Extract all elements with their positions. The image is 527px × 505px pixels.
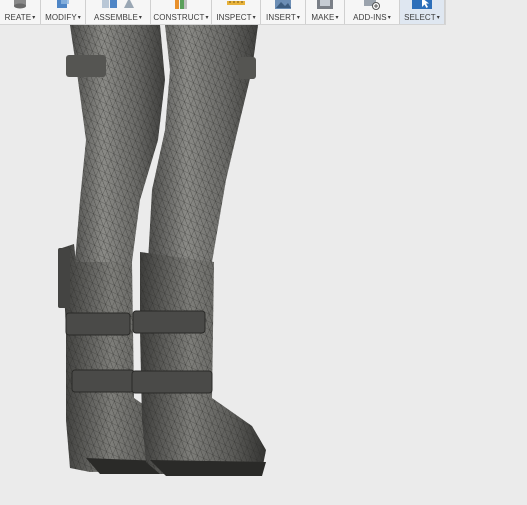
toolbar-construct-label: CONSTRUCT bbox=[153, 13, 205, 22]
toolbar-insert-label: INSERT bbox=[266, 13, 296, 22]
insert-icon bbox=[274, 0, 292, 10]
create-icon bbox=[13, 0, 27, 10]
construct-icon bbox=[173, 0, 189, 10]
toolbar-select-label: SELECT bbox=[404, 13, 436, 22]
toolbar-create-label: REATE bbox=[4, 13, 32, 22]
toolbar-select[interactable]: SELECT▾ bbox=[400, 0, 445, 24]
make-icon bbox=[316, 0, 334, 10]
toolbar-modify-label: MODIFY bbox=[45, 13, 77, 22]
canvas-viewport[interactable] bbox=[0, 25, 527, 500]
toolbar-create[interactable]: REATE▾ bbox=[0, 0, 41, 24]
select-icon bbox=[411, 0, 433, 10]
assemble-icon bbox=[101, 0, 136, 10]
right-thigh-strap bbox=[238, 57, 256, 79]
toolbar-insert[interactable]: INSERT▾ bbox=[261, 0, 306, 24]
design-toolbar: REATE▾ MODIFY▾ ASSEMBLE▾ CONSTRUCT▾ INSP… bbox=[0, 0, 446, 25]
toolbar-inspect[interactable]: INSPECT▾ bbox=[212, 0, 261, 24]
left-thigh-strap bbox=[66, 55, 106, 77]
toolbar-add-ins[interactable]: ADD-INS▾ bbox=[345, 0, 400, 24]
mesh-model[interactable] bbox=[0, 25, 527, 500]
toolbar-make[interactable]: MAKE▾ bbox=[306, 0, 345, 24]
toolbar-construct[interactable]: CONSTRUCT▾ bbox=[151, 0, 212, 24]
toolbar-assemble[interactable]: ASSEMBLE▾ bbox=[86, 0, 151, 24]
toolbar-add-ins-label: ADD-INS bbox=[353, 13, 387, 22]
right-boot bbox=[131, 252, 266, 476]
add-ins-icon bbox=[363, 0, 381, 10]
toolbar-modify[interactable]: MODIFY▾ bbox=[41, 0, 86, 24]
inspect-icon bbox=[226, 0, 246, 10]
toolbar-make-label: MAKE bbox=[311, 13, 335, 22]
toolbar-assemble-label: ASSEMBLE bbox=[93, 13, 138, 22]
toolbar-inspect-label: INSPECT bbox=[216, 13, 252, 22]
modify-icon bbox=[55, 0, 71, 10]
